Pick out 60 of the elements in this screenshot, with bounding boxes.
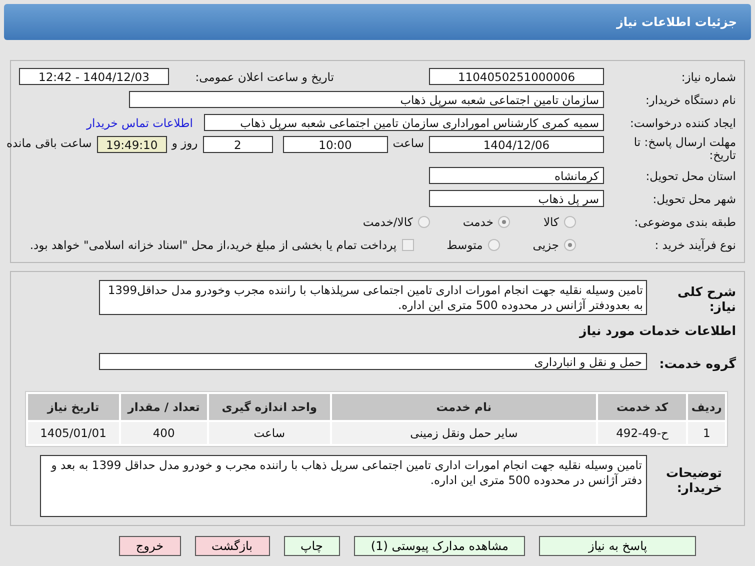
field-label: ایجاد کننده درخواست: (629, 116, 736, 130)
radio-button[interactable] (418, 216, 430, 228)
action-button[interactable]: خروج (118, 536, 180, 556)
deadline-time-field: 10:00 (282, 136, 388, 153)
buyer-contact-link[interactable]: اطلاعات تماس خریدار (86, 116, 193, 130)
need-number-field: 1104050251000006 (429, 68, 604, 85)
field-label: شماره نیاز: (680, 70, 736, 84)
days-label: روز و (172, 136, 198, 150)
radio-label: کالا (543, 214, 559, 228)
action-button[interactable]: چاپ (284, 536, 340, 556)
remaining-label: ساعت باقی مانده (6, 136, 92, 150)
action-button[interactable]: مشاهده مدارک پیوستی (1) (354, 536, 526, 556)
radio-button[interactable] (488, 238, 500, 250)
radio-label: جزیی (532, 238, 559, 252)
table-cell: سایر حمل ونقل زمینی (332, 422, 596, 444)
field-label: توضیحات خریدار: (665, 464, 723, 495)
requester-field: سمیه کمری کارشناس اموراداری سازمان تامین اجتماعی شعبه سرپل ذهاب (204, 114, 604, 131)
checkbox[interactable] (402, 238, 414, 250)
table-cell: 400 (120, 422, 208, 444)
field-label: شهر محل تحویل: (652, 192, 736, 206)
table-cell: 1405/01/01 (28, 422, 119, 444)
action-button[interactable]: بازگشت (194, 536, 270, 556)
action-button[interactable]: پاسخ به نیاز (539, 536, 696, 556)
remaining-time-field: 19:49:10 (96, 136, 167, 153)
service-group-field: حمل و نقل و انبارداری (99, 353, 647, 370)
province-field: کرمانشاه (429, 167, 604, 184)
field-label: تاریخ و ساعت اعلان عمومی: (194, 70, 335, 84)
payment-note: پرداخت تمام یا بخشی از مبلغ خرید،از محل "اسناد خزانه اسلامی" خواهد بود. (30, 238, 397, 252)
field-label: نام دستگاه خریدار: (644, 92, 736, 106)
field-label: شرح کلی نیاز: (676, 283, 736, 314)
radio-button[interactable] (498, 216, 510, 228)
radio-label: خدمت (462, 214, 494, 228)
radio-label: متوسط (446, 238, 483, 252)
description-textarea: تامین وسیله نقلیه جهت انجام امورات اداری تامین اجتماعی سرپلذهاب با راننده مجرب وخودرو مدل حداقل1399 به بعدودفتر آژانس در محدوده 500 متری این اداره. (99, 280, 647, 315)
field-label: طبقه بندی موضوعی: (633, 214, 736, 228)
column-header: تاریخ نیاز (28, 394, 119, 420)
radio-button[interactable] (564, 238, 576, 250)
table-cell: ح-49-492 (598, 422, 686, 444)
table-cell: 1 (688, 422, 725, 444)
column-header: نام خدمت (332, 394, 596, 420)
section-title: اطلاعات خدمات مورد نیاز (580, 323, 736, 338)
field-label: نوع فرآیند خرید : (654, 238, 736, 252)
column-header: واحد اندازه گیری (209, 394, 330, 420)
field-label: گروه خدمت: (658, 355, 736, 371)
city-field: سر پل ذهاب (429, 190, 604, 207)
buyer-notes-textarea: تامین وسیله نقلیه جهت انجام امورات اداری تامین اجتماعی سرپل ذهاب با راننده مجرب و خودرو مدل حداقل 1399 به بعد و دفتر آژانس در محدوده 500 متری این اداره. (40, 455, 647, 517)
announce-date-field: 1404/12/03 - 12:42 (19, 68, 169, 85)
radio-button[interactable] (564, 216, 576, 228)
buyer-org-field: سازمان تامین اجتماعی شعبه سرپل ذهاب (129, 91, 604, 108)
table-cell: ساعت (209, 422, 330, 444)
deadline-date-field: 1404/12/06 (429, 136, 604, 153)
radio-label: کالا/خدمت (362, 214, 413, 228)
days-field: 2 (202, 136, 273, 153)
field-label: استان محل تحویل: (644, 168, 736, 182)
time-label: ساعت (392, 136, 424, 150)
column-header: ردیف (688, 394, 725, 420)
page-title: جزئیات اطلاعات نیاز (616, 15, 737, 29)
field-label: مهلت ارسال پاسخ: تا تاریخ: (632, 136, 736, 162)
column-header: تعداد / مقدار (120, 394, 208, 420)
column-header: کد خدمت (598, 394, 686, 420)
